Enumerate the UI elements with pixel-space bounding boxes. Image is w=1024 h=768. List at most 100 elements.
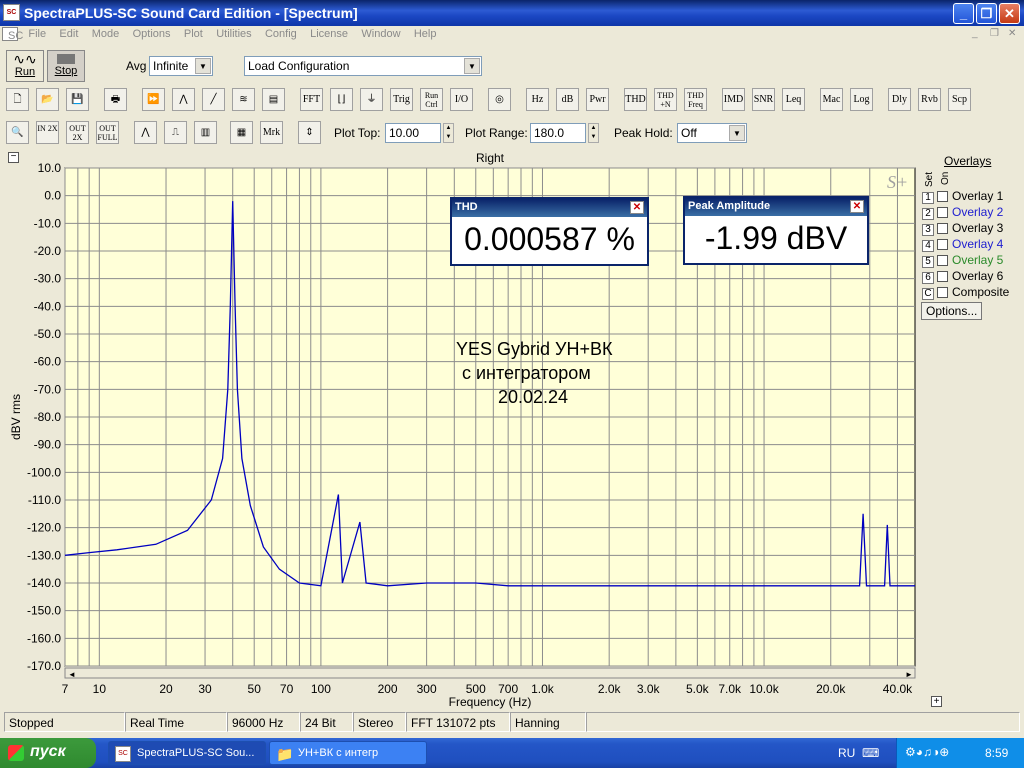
restore-icon[interactable]: ❐ xyxy=(976,3,997,24)
menu-options[interactable]: Options xyxy=(128,26,176,42)
mdi-doc-icon[interactable]: SC xyxy=(2,27,23,42)
overlay-row[interactable]: 5 Overlay 5 xyxy=(922,253,1003,268)
overlay-checkbox[interactable] xyxy=(937,255,948,267)
horizontal-scrollbar[interactable] xyxy=(64,667,916,679)
menu-plot[interactable]: Plot xyxy=(179,26,208,42)
db-button[interactable]: dB xyxy=(556,88,579,111)
overlay-set-button[interactable]: 5 xyxy=(922,256,934,268)
imd-button[interactable]: IMD xyxy=(722,88,745,111)
spectrum-view-icon[interactable]: ⋀ xyxy=(172,88,195,111)
thd-freq-button[interactable]: THD Freq xyxy=(684,88,707,111)
detector-icon[interactable]: ⏚ xyxy=(360,88,383,111)
task-spectraplus[interactable]: SC SpectraPLUS-SC Sou... xyxy=(108,741,266,765)
scroll-left-icon[interactable]: ◄ xyxy=(68,670,76,679)
stop-button[interactable]: Stop xyxy=(47,50,85,82)
overlay-checkbox[interactable] xyxy=(937,239,948,251)
thd-n-button[interactable]: THD +N xyxy=(654,88,677,111)
peak-hold-select[interactable]: Off ▼ xyxy=(677,123,747,143)
keyboard-icon[interactable]: ⌨ xyxy=(862,746,879,760)
mrk-button[interactable]: Mrk xyxy=(260,121,283,144)
menu-license[interactable]: License xyxy=(305,26,353,42)
run-button[interactable]: ∿∿ Run xyxy=(6,50,44,82)
print-icon[interactable]: 🖶 xyxy=(104,88,127,111)
chevron-down-icon[interactable]: ▼ xyxy=(195,58,211,74)
mac-button[interactable]: Mac xyxy=(820,88,843,111)
overlay-set-button[interactable]: 1 xyxy=(922,192,934,204)
start-button[interactable]: пуск xyxy=(0,738,96,768)
menu-config[interactable]: Config xyxy=(260,26,302,42)
overlay-checkbox[interactable] xyxy=(937,191,948,203)
tray-icons[interactable]: ⚙◕♫◑⊕ xyxy=(905,745,949,759)
zoom-out-full-button[interactable]: OUT FULL xyxy=(96,121,119,144)
plot-range-spinner[interactable]: ▲ ▼ xyxy=(588,123,599,143)
rvb-button[interactable]: Rvb xyxy=(918,88,941,111)
close-icon[interactable]: ✕ xyxy=(630,201,644,214)
overlay-checkbox[interactable] xyxy=(937,271,948,283)
step-plot-icon[interactable]: ⎍ xyxy=(164,121,187,144)
title-bar[interactable]: SC SpectraPLUS-SC Sound Card Edition - [… xyxy=(0,0,1024,26)
overlay-row[interactable]: 3 Overlay 3 xyxy=(922,221,1003,236)
run-ctrl-button[interactable]: Run Ctrl xyxy=(420,88,443,111)
trig-button[interactable]: Trig xyxy=(390,88,413,111)
spectrogram-icon[interactable]: ▤ xyxy=(262,88,285,111)
close-icon[interactable]: ✕ xyxy=(999,3,1020,24)
thd-box[interactable]: THD ✕ 0.000587 % xyxy=(450,197,649,266)
peak-amplitude-box[interactable]: Peak Amplitude ✕ -1.99 dBV xyxy=(683,196,869,265)
fast-forward-icon[interactable]: ⏩ xyxy=(142,88,165,111)
sampling-icon[interactable]: ⌊⌋ xyxy=(330,88,353,111)
scp-button[interactable]: Scp xyxy=(948,88,971,111)
chevron-down-icon[interactable]: ▼ xyxy=(729,125,745,141)
configuration-select[interactable]: Load Configuration ▼ xyxy=(244,56,482,76)
line-plot-icon[interactable]: ⋀ xyxy=(134,121,157,144)
overlay-set-button[interactable]: C xyxy=(922,288,934,300)
plot-top-spinner[interactable]: ▲ ▼ xyxy=(443,123,454,143)
fft-button[interactable]: FFT xyxy=(300,88,323,111)
thd-button[interactable]: THD xyxy=(624,88,647,111)
table-view-icon[interactable]: ▦ xyxy=(230,121,253,144)
options-button[interactable]: Options... xyxy=(921,302,983,320)
overlay-set-button[interactable]: 4 xyxy=(922,240,934,252)
pwr-button[interactable]: Pwr xyxy=(586,88,609,111)
hz-button[interactable]: Hz xyxy=(526,88,549,111)
overlay-checkbox[interactable] xyxy=(937,207,948,219)
save-disk-icon[interactable]: 💾 xyxy=(66,88,89,111)
waterfall-icon[interactable]: ≋ xyxy=(232,88,255,111)
overlay-row[interactable]: 6 Overlay 6 xyxy=(922,269,1003,284)
menu-edit[interactable]: Edit xyxy=(54,26,83,42)
menu-help[interactable]: Help xyxy=(409,26,442,42)
close-icon[interactable]: ✕ xyxy=(850,200,864,213)
overlay-checkbox[interactable] xyxy=(937,287,948,299)
menu-utilities[interactable]: Utilities xyxy=(211,26,256,42)
leq-button[interactable]: Leq xyxy=(782,88,805,111)
task-folder[interactable]: 📁 УН+ВК с интегр xyxy=(269,741,427,765)
magnifier-icon[interactable]: 🔍 xyxy=(6,121,29,144)
io-button[interactable]: I/O xyxy=(450,88,473,111)
overlay-row[interactable]: 2 Overlay 2 xyxy=(922,205,1003,220)
expand-icon[interactable]: + xyxy=(931,696,942,707)
overlay-row[interactable]: C Composite xyxy=(922,285,1009,300)
overlay-row[interactable]: 1 Overlay 1 xyxy=(922,189,1003,204)
signal-generator-icon[interactable]: ◎ xyxy=(488,88,511,111)
plot-range-input[interactable]: 180.0 xyxy=(530,123,586,143)
app-icon[interactable]: SC xyxy=(3,4,20,21)
mdi-restore-icon[interactable]: ❐ xyxy=(990,28,999,39)
overlay-set-button[interactable]: 2 xyxy=(922,208,934,220)
vertical-scale-icon[interactable]: ⇕ xyxy=(298,121,321,144)
overlay-set-button[interactable]: 6 xyxy=(922,272,934,284)
mdi-minimize-icon[interactable]: _ xyxy=(972,28,978,39)
mdi-close-icon[interactable]: ✕ xyxy=(1008,28,1016,39)
dly-button[interactable]: Dly xyxy=(888,88,911,111)
zoom-in-2x-button[interactable]: IN 2X xyxy=(36,121,59,144)
open-folder-icon[interactable]: 📂 xyxy=(36,88,59,111)
menu-mode[interactable]: Mode xyxy=(87,26,125,42)
bar-plot-icon[interactable]: ▥ xyxy=(194,121,217,144)
overlay-set-button[interactable]: 3 xyxy=(922,224,934,236)
log-button[interactable]: Log xyxy=(850,88,873,111)
menu-window[interactable]: Window xyxy=(356,26,405,42)
language-indicator[interactable]: RU xyxy=(838,746,855,760)
time-series-icon[interactable]: ╱ xyxy=(202,88,225,111)
scroll-right-icon[interactable]: ► xyxy=(905,670,913,679)
minimize-icon[interactable]: _ xyxy=(953,3,974,24)
chevron-down-icon[interactable]: ▼ xyxy=(464,58,480,74)
new-file-icon[interactable]: 🗋 xyxy=(6,88,29,111)
